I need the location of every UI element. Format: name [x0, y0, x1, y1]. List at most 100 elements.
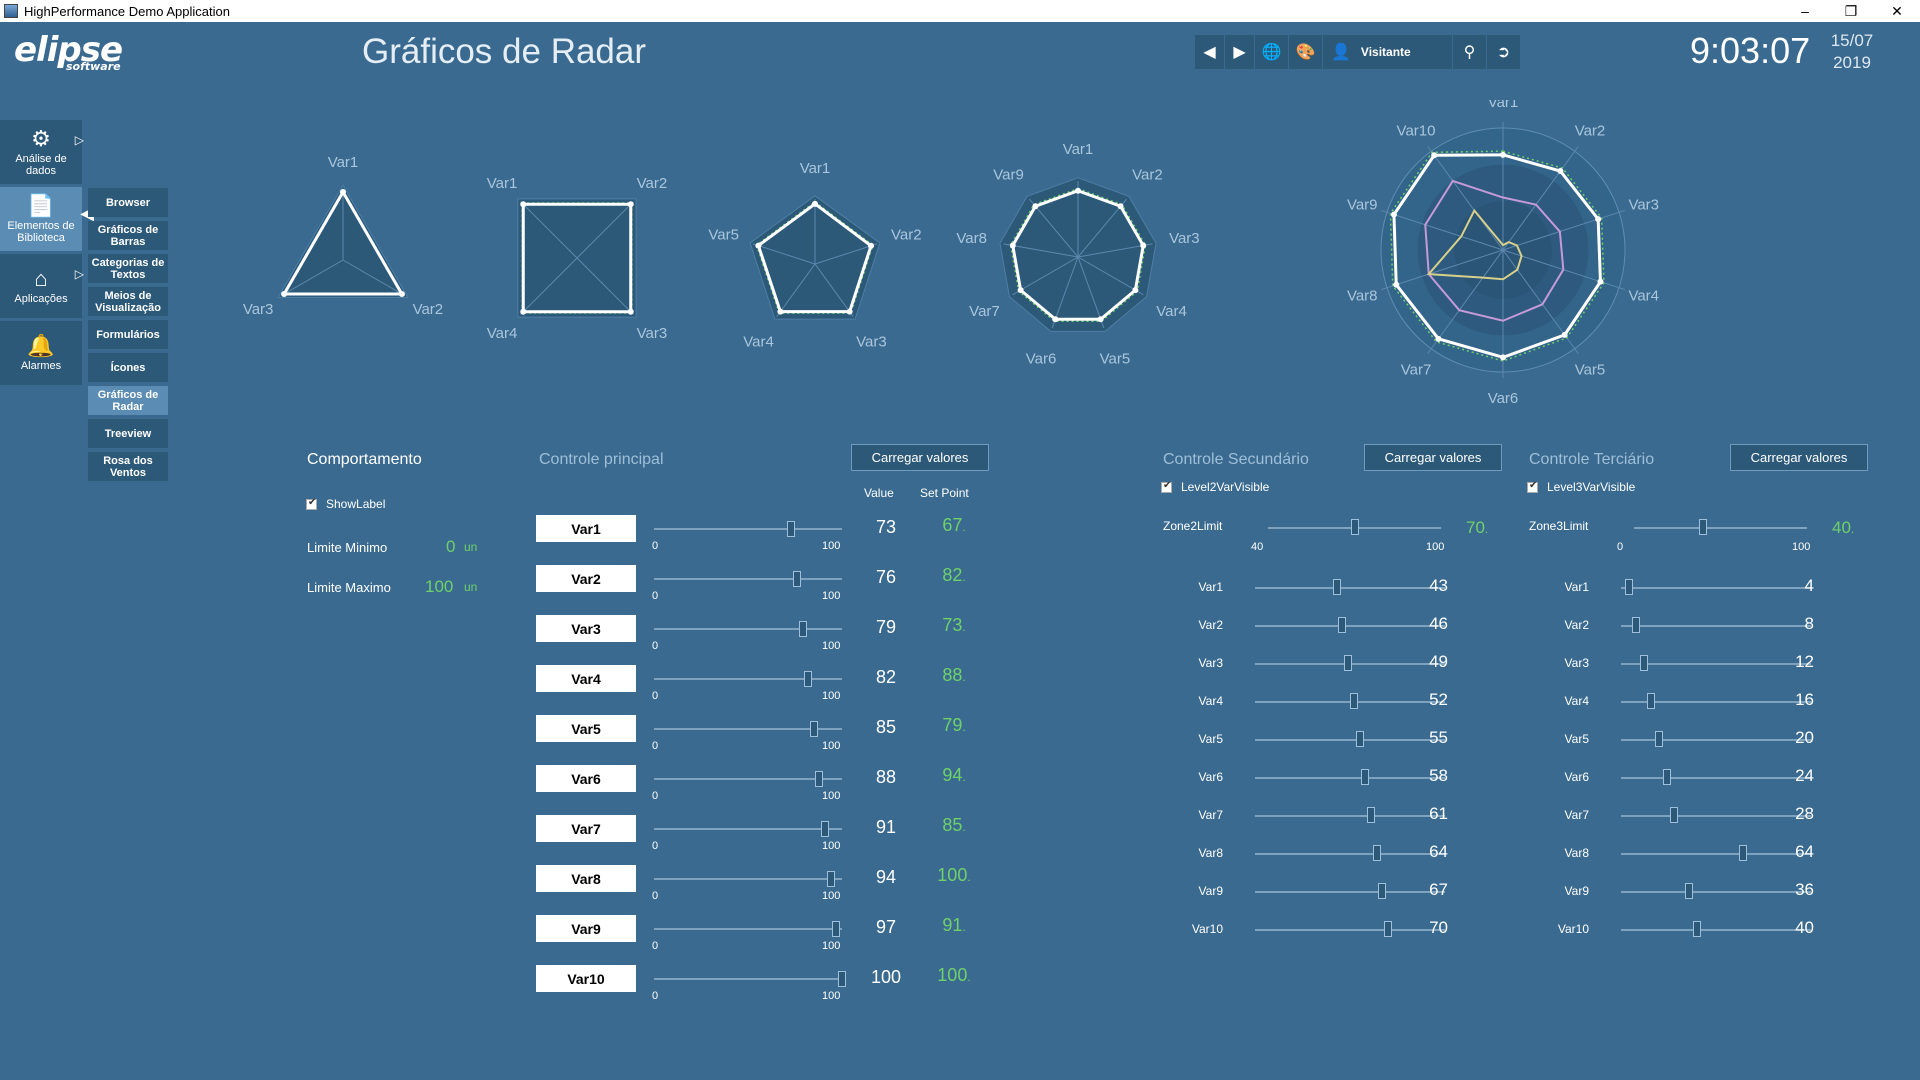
forward-button[interactable]: ▶ [1225, 35, 1255, 69]
slider-min-label: 0 [652, 940, 659, 952]
secundario-slider-thumb[interactable] [1332, 579, 1341, 595]
secundario-slider-thumb[interactable] [1349, 693, 1358, 709]
secundario-slider-thumb[interactable] [1366, 807, 1375, 823]
principal-setpoint[interactable]: 100. [924, 965, 984, 986]
radar-axis-label: Var10 [1397, 122, 1436, 139]
user-icon: 👤 [1331, 44, 1351, 61]
close-button[interactable]: ✕ [1874, 0, 1920, 22]
minimize-button[interactable]: – [1782, 0, 1828, 22]
secundario-slider-thumb[interactable] [1361, 769, 1370, 785]
secundario-zone-value[interactable]: 70. [1466, 518, 1488, 538]
principal-slider-thumb[interactable] [815, 771, 824, 787]
user-button[interactable]: 👤 Visitante [1323, 35, 1453, 69]
subnav-item-treeview[interactable]: Treeview [88, 419, 168, 448]
secundario-zone-min: 40 [1251, 541, 1264, 553]
level2-checkbox[interactable] [1161, 480, 1172, 493]
terciario-slider-thumb[interactable] [1639, 655, 1648, 671]
secundario-slider-thumb[interactable] [1384, 921, 1392, 937]
secundario-slider-thumb[interactable] [1372, 845, 1381, 861]
principal-slider-thumb[interactable] [809, 721, 818, 737]
terciario-load-button[interactable]: Carregar valores [1730, 444, 1868, 471]
principal-setpoint[interactable]: 91. [924, 915, 984, 936]
secundario-var-value: 64 [1429, 842, 1448, 861]
principal-slider-thumb[interactable] [821, 821, 830, 837]
principal-setpoint[interactable]: 67. [924, 515, 984, 536]
principal-slider-track[interactable] [654, 828, 842, 830]
principal-load-button[interactable]: Carregar valores [851, 444, 989, 471]
radar-value-point [1500, 151, 1506, 158]
principal-slider-thumb[interactable] [838, 971, 846, 987]
slider-min-label: 0 [652, 840, 659, 852]
principal-slider-track[interactable] [654, 678, 842, 680]
secundario-load-button[interactable]: Carregar valores [1364, 444, 1502, 471]
logout-icon: ➲ [1496, 44, 1511, 61]
principal-slider-track[interactable] [654, 778, 842, 780]
radar-value-point [520, 308, 527, 315]
principal-setpoint[interactable]: 79. [924, 715, 984, 736]
terciario-slider-thumb[interactable] [1693, 921, 1701, 937]
principal-slider-track[interactable] [654, 928, 842, 930]
login-button[interactable]: ⚲ [1453, 35, 1487, 69]
principal-slider-thumb[interactable] [832, 921, 841, 937]
secundario-var-value: 43 [1429, 576, 1448, 595]
radar-axis-label: Var5 [1100, 350, 1131, 367]
secundario-zone-slider-thumb[interactable] [1350, 519, 1359, 535]
terciario-zone-slider-thumb[interactable] [1699, 519, 1708, 535]
secundario-slider-thumb[interactable] [1355, 731, 1364, 747]
radar-axis-label: Var9 [1347, 196, 1378, 213]
level3-checkbox[interactable] [1527, 480, 1538, 493]
terciario-slider-thumb[interactable] [1632, 617, 1641, 633]
terciario-slider-thumb[interactable] [1685, 883, 1694, 899]
secundario-slider-thumb[interactable] [1338, 617, 1347, 633]
maximize-button[interactable]: ❐ [1828, 0, 1874, 22]
back-button[interactable]: ◀ [1195, 35, 1225, 69]
principal-setpoint[interactable]: 100. [924, 865, 984, 886]
terciario-slider-thumb[interactable] [1670, 807, 1679, 823]
terciario-zone-slider-track[interactable] [1634, 527, 1807, 529]
secundario-slider-thumb[interactable] [1378, 883, 1387, 899]
principal-value: 94 [875, 867, 897, 887]
radar-value-point [398, 291, 405, 297]
principal-setpoint[interactable]: 88. [924, 665, 984, 686]
principal-slider-track[interactable] [654, 528, 842, 530]
principal-setpoint[interactable]: 73. [924, 615, 984, 636]
principal-slider-thumb[interactable] [804, 671, 813, 687]
limite-minimo-value[interactable]: 0 [446, 537, 455, 557]
secundario-var-label: Var7 [1198, 808, 1223, 822]
subnav-item-rosa-ventos[interactable]: Rosa dos Ventos [88, 452, 168, 481]
terciario-zone-value[interactable]: 40. [1832, 518, 1854, 538]
principal-slider-thumb[interactable] [798, 621, 807, 637]
logout-button[interactable]: ➲ [1487, 35, 1521, 69]
principal-slider-thumb[interactable] [826, 871, 835, 887]
secundario-var-label: Var6 [1198, 770, 1223, 784]
terciario-slider-thumb[interactable] [1647, 693, 1656, 709]
radar-value-point [1595, 216, 1602, 223]
principal-slider-track[interactable] [654, 578, 842, 580]
principal-var-box: Var10 [536, 965, 636, 992]
limite-maximo-value[interactable]: 100 [425, 577, 453, 597]
principal-slider-track[interactable] [654, 878, 842, 880]
secundario-slider-thumb[interactable] [1344, 655, 1353, 671]
terciario-slider-thumb[interactable] [1624, 579, 1633, 595]
theme-button[interactable]: 🎨 [1289, 35, 1323, 69]
principal-slider-thumb[interactable] [787, 521, 796, 537]
secundario-var-label: Var8 [1198, 846, 1223, 860]
terciario-var-value: 12 [1795, 652, 1814, 671]
setpoint-value: 73 [942, 615, 963, 635]
principal-setpoint[interactable]: 85. [924, 815, 984, 836]
principal-setpoint[interactable]: 94. [924, 765, 984, 786]
limite-minimo-label: Limite Minimo [307, 540, 388, 555]
language-button[interactable]: 🌐 [1255, 35, 1289, 69]
principal-slider-thumb[interactable] [792, 571, 801, 587]
principal-slider-track[interactable] [654, 628, 842, 630]
principal-setpoint[interactable]: 82. [924, 565, 984, 586]
terciario-slider-thumb[interactable] [1655, 731, 1663, 747]
showlabel-checkbox[interactable] [306, 497, 317, 510]
zone-value-number: 40 [1832, 518, 1851, 537]
principal-slider-track[interactable] [654, 978, 842, 980]
terciario-slider-thumb[interactable] [1738, 845, 1747, 861]
terciario-slider-thumb[interactable] [1662, 769, 1671, 785]
secundario-var-label: Var1 [1198, 580, 1223, 594]
principal-value: 76 [875, 567, 897, 587]
radar-value-point [1557, 168, 1564, 175]
